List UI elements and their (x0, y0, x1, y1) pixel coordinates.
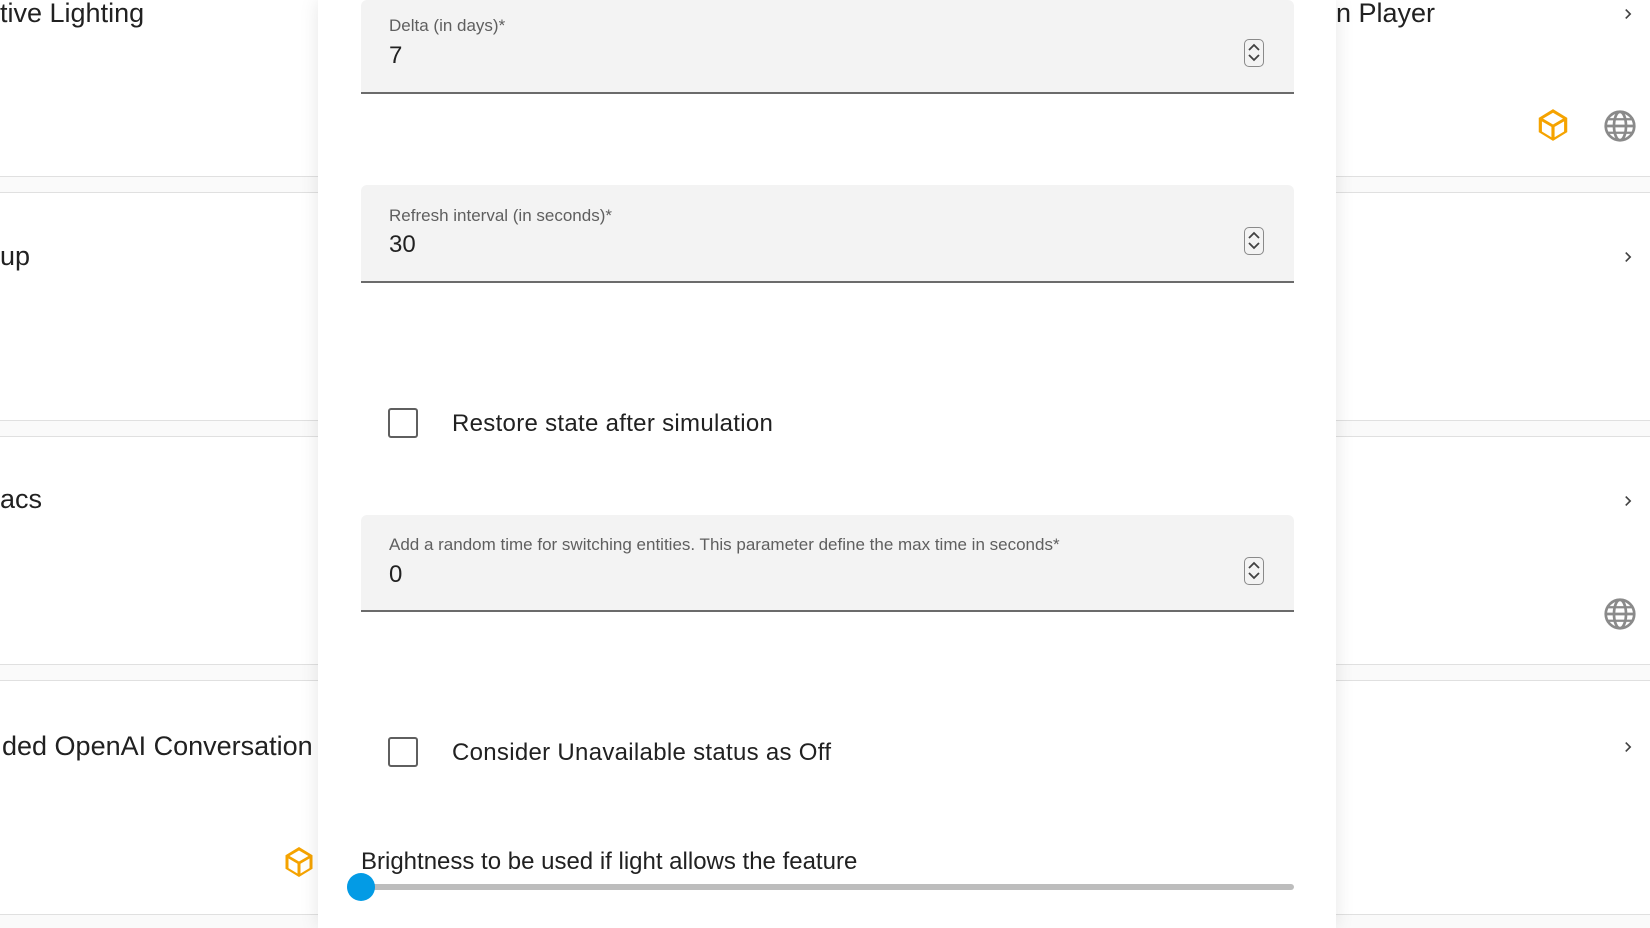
chevron-right-icon (1625, 742, 1632, 752)
restore-state-checkbox[interactable] (388, 408, 418, 438)
integration-card-actions (1336, 76, 1650, 177)
integration-card[interactable] (1336, 436, 1650, 566)
integration-title: ded OpenAI Conversation (2, 731, 313, 761)
integration-card[interactable] (1336, 192, 1650, 322)
integration-card-actions (0, 564, 318, 665)
brightness-slider[interactable] (347, 873, 1294, 901)
integration-card-actions (0, 812, 318, 915)
integration-title: up (0, 241, 31, 271)
chevron-up-icon (1248, 561, 1260, 569)
number-spinner[interactable] (1244, 227, 1264, 255)
integration-title: n Player (1336, 0, 1436, 28)
random-time-field[interactable]: Add a random time for switching entities… (361, 515, 1294, 612)
integration-card-actions (1336, 320, 1650, 421)
integration-card-actions (0, 76, 318, 177)
chevron-down-icon (1248, 572, 1260, 580)
globe-icon[interactable] (1602, 108, 1638, 149)
field-label: Delta (in days)* (389, 16, 506, 35)
field-value: 7 (389, 42, 403, 69)
unavailable-off-checkbox[interactable] (388, 737, 418, 767)
chevron-up-icon (1248, 43, 1260, 51)
integration-card-group[interactable]: up (0, 192, 318, 322)
integration-card-actions (1336, 812, 1650, 915)
globe-icon[interactable] (1602, 596, 1638, 637)
field-label: Refresh interval (in seconds)* (389, 206, 612, 225)
chevron-up-icon (1248, 231, 1260, 239)
brightness-slider-label: Brightness to be used if light allows th… (361, 848, 858, 875)
field-value: 0 (389, 561, 403, 588)
refresh-interval-field[interactable]: Refresh interval (in seconds)* 30 (361, 185, 1294, 283)
integration-card-extended-openai[interactable]: ded OpenAI Conversation (0, 680, 318, 814)
number-spinner[interactable] (1244, 39, 1264, 67)
integrations-list-left: tive Lighting up acs ded OpenAI Conversa… (0, 0, 318, 928)
delta-days-field[interactable]: Delta (in days)* 7 (361, 0, 1294, 94)
integration-card-actions (1336, 564, 1650, 665)
integration-card-media-player[interactable]: n Player (1336, 0, 1650, 77)
integration-title: tive Lighting (0, 0, 145, 28)
options-dialog: Delta (in days)* 7 Refresh interval (in … (318, 0, 1336, 928)
integration-card-actions (0, 320, 318, 421)
package-icon[interactable] (1534, 106, 1572, 149)
number-spinner[interactable] (1244, 557, 1264, 585)
integration-title: acs (0, 484, 43, 514)
chevron-right-icon (1625, 496, 1632, 506)
chevron-right-icon (1625, 9, 1632, 19)
field-value: 30 (389, 231, 416, 258)
checkbox-label: Consider Unavailable status as Off (452, 739, 832, 766)
integration-card-adaptive-lighting[interactable]: tive Lighting (0, 0, 318, 77)
field-label: Add a random time for switching entities… (389, 535, 1060, 554)
chevron-right-icon (1625, 252, 1632, 262)
integration-card[interactable] (1336, 680, 1650, 814)
slider-thumb[interactable] (347, 873, 375, 901)
checkbox-label: Restore state after simulation (452, 410, 774, 437)
integration-card-hacs[interactable]: acs (0, 436, 318, 566)
integrations-list-right: n Player (1336, 0, 1650, 928)
chevron-down-icon (1248, 54, 1260, 62)
chevron-down-icon (1248, 242, 1260, 250)
package-icon[interactable] (281, 844, 317, 885)
